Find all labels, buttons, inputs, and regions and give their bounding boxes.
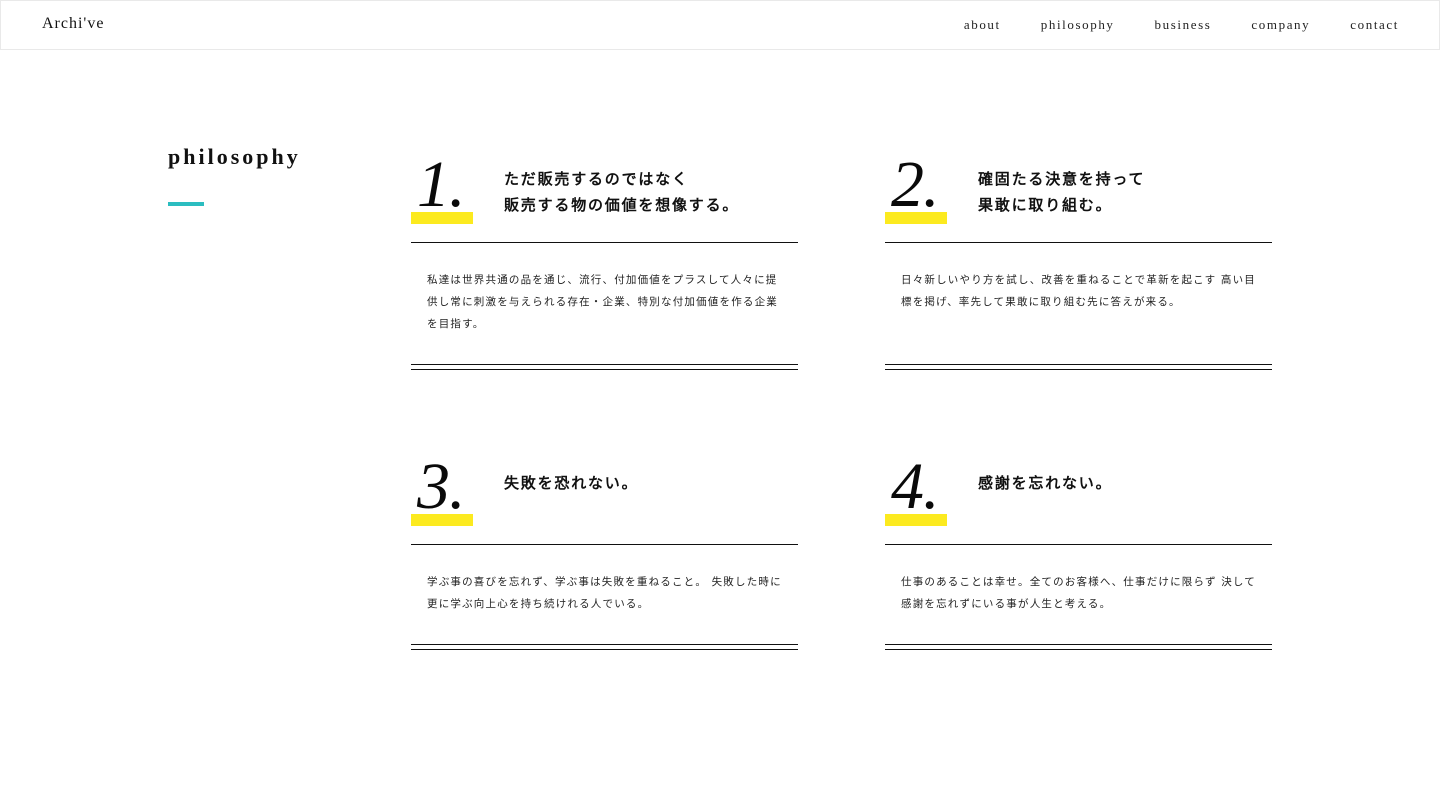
card-heading-line: 確固たる決意を持って bbox=[978, 170, 1146, 188]
card-number-text: 1. bbox=[417, 148, 465, 221]
card-number-text: 2. bbox=[891, 148, 939, 221]
card-body: 学ぶ事の喜びを忘れず、学ぶ事は失敗を重ねること。 失敗した時に更に学ぶ向上心を持… bbox=[427, 576, 782, 610]
nav-link-philosophy[interactable]: philosophy bbox=[1041, 17, 1115, 33]
site-header: Archi've about philosophy business compa… bbox=[0, 0, 1440, 50]
philosophy-card-4: 4. 感謝を忘れない。 仕事のあることは幸せ。全てのお客様へ、仕事だけに限らず … bbox=[885, 454, 1272, 654]
nav-link-company[interactable]: company bbox=[1251, 17, 1310, 33]
double-divider bbox=[885, 364, 1272, 370]
card-body: 仕事のあることは幸せ。全てのお客様へ、仕事だけに限らず 決して感謝を忘れずにいる… bbox=[901, 576, 1257, 610]
philosophy-card-2: 2. 確固たる決意を持って 果敢に取り組む。 日々新しいやり方を試し、改善を重ね… bbox=[885, 152, 1272, 372]
card-number-text: 3. bbox=[417, 450, 465, 523]
nav-link-contact[interactable]: contact bbox=[1350, 17, 1399, 33]
nav-link-business[interactable]: business bbox=[1155, 17, 1212, 33]
card-heading-line: ただ販売するのではなく bbox=[504, 170, 689, 188]
card-heading: 失敗を恐れない。 bbox=[504, 470, 794, 496]
section-title-underline bbox=[168, 202, 204, 206]
divider bbox=[885, 544, 1272, 545]
divider bbox=[411, 544, 798, 545]
divider bbox=[885, 242, 1272, 243]
card-heading: 確固たる決意を持って 果敢に取り組む。 bbox=[978, 166, 1268, 218]
card-heading: ただ販売するのではなく 販売する物の価値を想像する。 bbox=[504, 166, 794, 218]
card-body: 私達は世界共通の品を通じ、流行、付加価値をプラスして人々に提供し常に刺激を与えら… bbox=[427, 274, 778, 330]
card-body: 日々新しいやり方を試し、改善を重ねることで革新を起こす 高い目標を掲げ、率先して… bbox=[901, 274, 1257, 308]
card-heading: 感謝を忘れない。 bbox=[978, 470, 1268, 496]
philosophy-card-3: 3. 失敗を恐れない。 学ぶ事の喜びを忘れず、学ぶ事は失敗を重ねること。 失敗し… bbox=[411, 454, 798, 654]
divider bbox=[411, 242, 798, 243]
card-number: 1. bbox=[411, 152, 473, 224]
nav-link-about[interactable]: about bbox=[964, 17, 1001, 33]
card-number: 2. bbox=[885, 152, 947, 224]
card-heading-line: 失敗を恐れない。 bbox=[504, 474, 639, 492]
double-divider bbox=[885, 644, 1272, 650]
card-heading-line: 果敢に取り組む。 bbox=[978, 196, 1113, 214]
card-number: 4. bbox=[885, 454, 947, 526]
site-logo[interactable]: Archi've bbox=[42, 15, 104, 33]
main-nav: about philosophy business company contac… bbox=[924, 17, 1399, 33]
card-number: 3. bbox=[411, 454, 473, 526]
philosophy-card-1: 1. ただ販売するのではなく 販売する物の価値を想像する。 私達は世界共通の品を… bbox=[411, 152, 798, 372]
double-divider bbox=[411, 644, 798, 650]
section-title: philosophy bbox=[168, 144, 301, 169]
card-heading-line: 感謝を忘れない。 bbox=[978, 474, 1113, 492]
double-divider bbox=[411, 364, 798, 370]
card-number-text: 4. bbox=[891, 450, 939, 523]
card-heading-line: 販売する物の価値を想像する。 bbox=[504, 196, 740, 214]
